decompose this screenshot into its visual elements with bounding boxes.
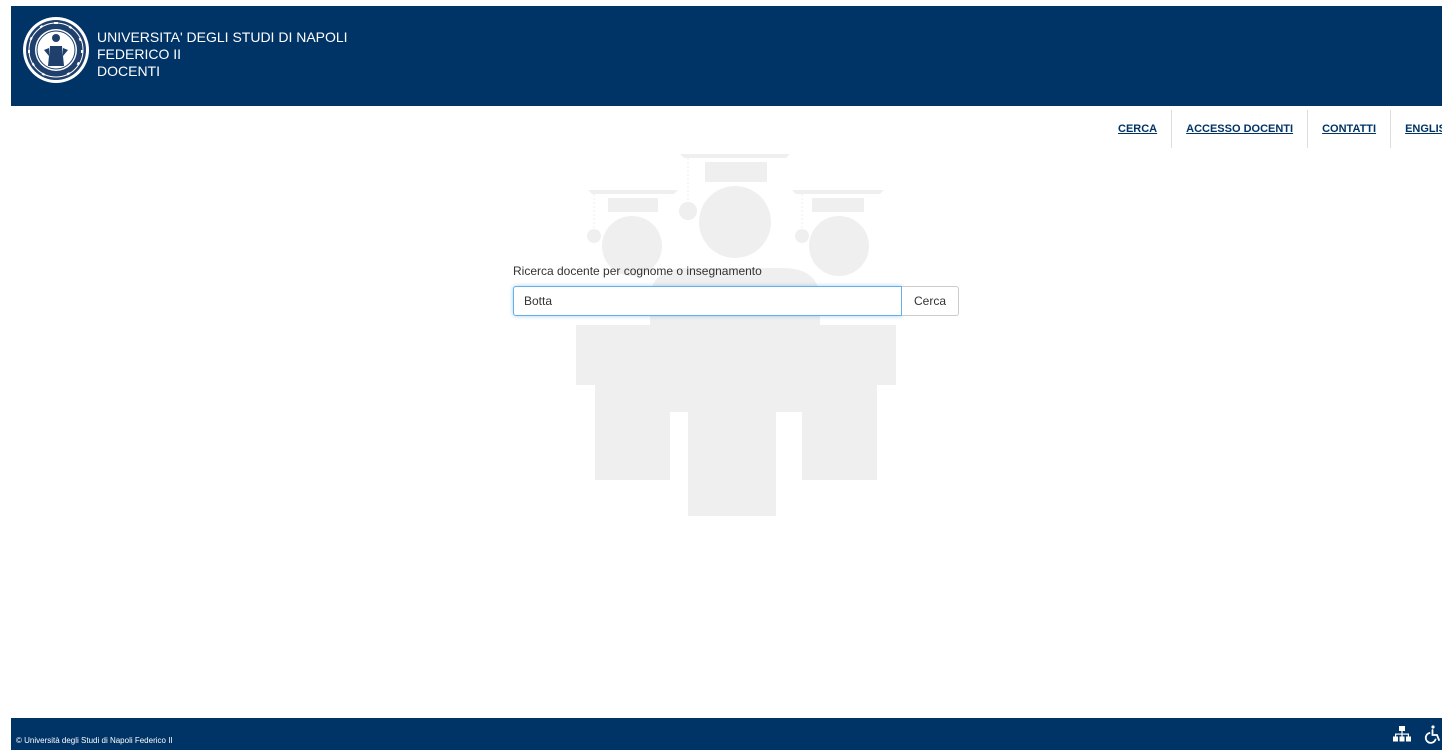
university-seal-icon[interactable] <box>22 16 90 84</box>
accessibility-icon[interactable] <box>1422 724 1442 744</box>
graduates-illustration <box>576 154 896 516</box>
nav-link-cerca[interactable]: CERCA <box>1104 110 1173 148</box>
header-title: UNIVERSITA' DEGLI STUDI DI NAPOLI FEDERI… <box>97 29 348 80</box>
page: UNIVERSITA' DEGLI STUDI DI NAPOLI FEDERI… <box>0 0 1442 750</box>
header: UNIVERSITA' DEGLI STUDI DI NAPOLI FEDERI… <box>11 6 1442 106</box>
search-button[interactable]: Cerca <box>902 286 959 316</box>
top-nav: CERCA ACCESSO DOCENTI CONTATTI ENGLISH <box>1104 110 1442 148</box>
nav-link-accesso-docenti[interactable]: ACCESSO DOCENTI <box>1172 110 1309 148</box>
search-input[interactable] <box>513 286 902 316</box>
search-label: Ricerca docente per cognome o insegnamen… <box>513 264 762 278</box>
nav-link-english[interactable]: ENGLISH <box>1391 110 1442 148</box>
header-title-line-3: DOCENTI <box>97 63 160 79</box>
footer-copyright: © Università degli Studi di Napoli Feder… <box>16 736 173 745</box>
sitemap-icon[interactable] <box>1392 724 1412 744</box>
footer: © Università degli Studi di Napoli Feder… <box>11 718 1442 750</box>
nav-link-contatti[interactable]: CONTATTI <box>1308 110 1392 148</box>
header-title-line-1: UNIVERSITA' DEGLI STUDI DI NAPOLI <box>97 29 348 45</box>
header-title-line-2: FEDERICO II <box>97 46 182 62</box>
